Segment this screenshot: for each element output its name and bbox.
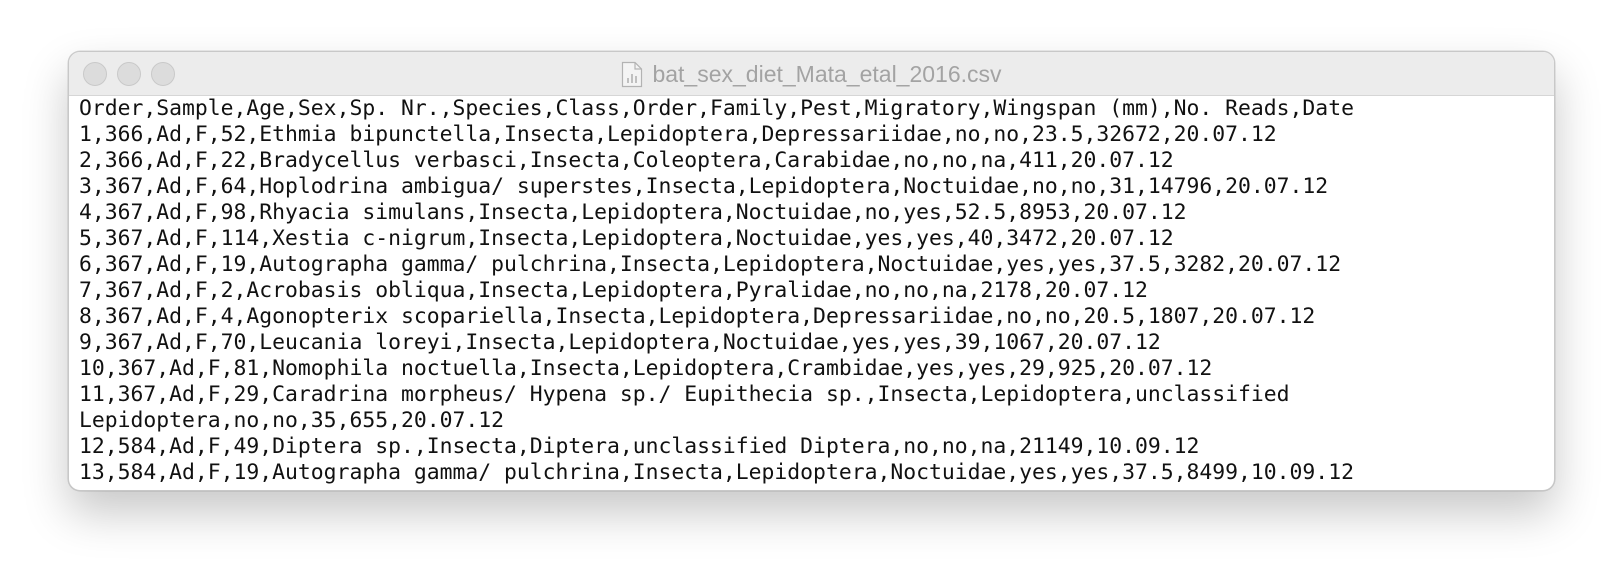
csv-line: 10,367,Ad,F,81,Nomophila noctuella,Insec…: [79, 356, 1213, 381]
csv-line: Lepidoptera,no,no,35,655,20.07.12: [79, 408, 504, 433]
csv-line: 9,367,Ad,F,70,Leucania loreyi,Insecta,Le…: [79, 330, 1161, 355]
csv-line: 2,366,Ad,F,22,Bradycellus verbasci,Insec…: [79, 148, 1174, 173]
csv-line: 6,367,Ad,F,19,Autographa gamma/ pulchrin…: [79, 252, 1342, 277]
csv-line: 1,366,Ad,F,52,Ethmia bipunctella,Insecta…: [79, 122, 1277, 147]
csv-text-content: Order,Sample,Age,Sex,Sp. Nr.,Species,Cla…: [69, 96, 1554, 486]
csv-line: 8,367,Ad,F,4,Agonopterix scopariella,Ins…: [79, 304, 1316, 329]
csv-line: 7,367,Ad,F,2,Acrobasis obliqua,Insecta,L…: [79, 278, 1148, 303]
csv-line: Order,Sample,Age,Sex,Sp. Nr.,Species,Cla…: [79, 96, 1354, 121]
title-bar: bat_sex_diet_Mata_etal_2016.csv: [69, 52, 1554, 96]
csv-line: 3,367,Ad,F,64,Hoplodrina ambigua/ supers…: [79, 174, 1329, 199]
csv-line: 5,367,Ad,F,114,Xestia c-nigrum,Insecta,L…: [79, 226, 1174, 251]
csv-line: 11,367,Ad,F,29,Caradrina morpheus/ Hypen…: [79, 382, 1290, 407]
csv-line: 12,584,Ad,F,49,Diptera sp.,Insecta,Dipte…: [79, 434, 1200, 459]
window-title: bat_sex_diet_Mata_etal_2016.csv: [652, 60, 1002, 87]
csv-line: 13,584,Ad,F,19,Autographa gamma/ pulchri…: [79, 460, 1354, 485]
document-icon: [621, 61, 643, 88]
quicklook-window: bat_sex_diet_Mata_etal_2016.csv Order,Sa…: [68, 51, 1555, 491]
window-title-area: bat_sex_diet_Mata_etal_2016.csv: [69, 52, 1554, 96]
csv-line: 4,367,Ad,F,98,Rhyacia simulans,Insecta,L…: [79, 200, 1187, 225]
